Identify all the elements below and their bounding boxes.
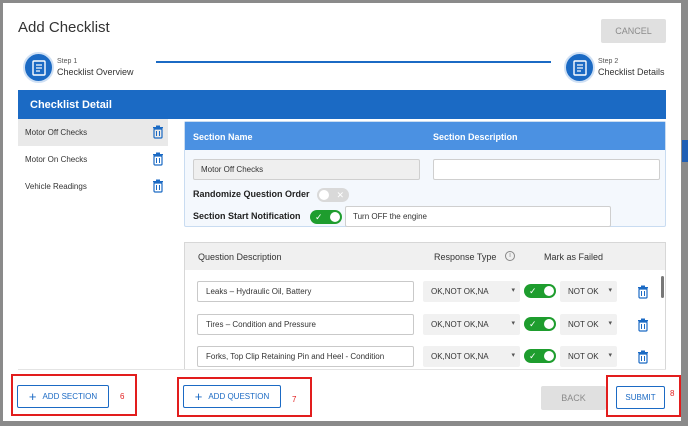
- chevron-down-icon: ▾: [511, 352, 515, 359]
- response-type-select[interactable]: OK,NOT OK,NA ▾: [423, 346, 520, 367]
- mark-failed-toggle[interactable]: ✓: [524, 349, 556, 363]
- trash-icon[interactable]: [152, 125, 164, 139]
- step-1-number: Step 1: [57, 58, 78, 65]
- trash-icon[interactable]: [637, 350, 649, 369]
- section-card-header: Section Name Section Description: [185, 122, 665, 150]
- question-description-input[interactable]: Leaks – Hydraulic Oil, Battery: [197, 281, 414, 302]
- step-1-label: Checklist Overview: [57, 67, 134, 77]
- stepper-connector: [156, 61, 551, 63]
- response-type-value: OK,NOT OK,NA: [431, 287, 489, 296]
- annotation-box-6: [11, 374, 137, 416]
- question-row: Leaks – Hydraulic Oil, Battery OK,NOT OK…: [185, 281, 665, 313]
- section-description-input[interactable]: [433, 159, 660, 180]
- sidebar-item-vehicle-readings[interactable]: Vehicle Readings: [18, 173, 168, 200]
- mark-failed-header: Mark as Failed: [544, 252, 604, 262]
- check-icon: ✓: [315, 212, 323, 222]
- info-icon[interactable]: i: [505, 251, 515, 261]
- chevron-down-icon: ▾: [511, 287, 515, 294]
- question-row: Forks, Top Clip Retaining Pin and Heel -…: [185, 346, 665, 369]
- question-description-input[interactable]: Forks, Top Clip Retaining Pin and Heel -…: [197, 346, 414, 367]
- question-description-input[interactable]: Tires – Condition and Pressure: [197, 314, 414, 335]
- chevron-down-icon: ▾: [511, 320, 515, 327]
- background-panel-edge: [682, 140, 688, 162]
- start-notification-toggle[interactable]: ✓: [310, 210, 342, 224]
- response-type-value: OK,NOT OK,NA: [431, 320, 489, 329]
- checklist-icon: [23, 52, 54, 83]
- section-name-header: Section Name: [193, 132, 253, 142]
- check-icon: ✓: [529, 351, 537, 361]
- failed-value: NOT OK: [568, 287, 599, 296]
- sidebar-item-label: Motor Off Checks: [25, 128, 88, 137]
- response-type-select[interactable]: OK,NOT OK,NA ▾: [423, 281, 520, 302]
- annotation-number-8: 8: [670, 389, 675, 398]
- question-row: Tires – Condition and Pressure OK,NOT OK…: [185, 314, 665, 346]
- sidebar-item-motor-off-checks[interactable]: Motor Off Checks: [18, 119, 168, 146]
- trash-icon[interactable]: [152, 152, 164, 166]
- sidebar-item-label: Motor On Checks: [25, 155, 88, 164]
- add-checklist-modal: Add Checklist CANCEL Step 1 Checklist Ov…: [3, 3, 681, 421]
- failed-value-select[interactable]: NOT OK ▾: [560, 281, 617, 302]
- annotation-number-7: 7: [292, 395, 297, 404]
- section-description-header: Section Description: [433, 132, 518, 142]
- chevron-down-icon: ▾: [608, 352, 612, 359]
- trash-icon[interactable]: [637, 318, 649, 337]
- randomize-toggle[interactable]: ✕: [317, 188, 349, 202]
- sidebar-item-label: Vehicle Readings: [25, 182, 87, 191]
- questions-table: Question Description Response Type i Mar…: [184, 242, 666, 370]
- back-button[interactable]: BACK: [541, 386, 606, 410]
- sidebar-item-motor-on-checks[interactable]: Motor On Checks: [18, 146, 168, 173]
- toggle-knob: [319, 190, 329, 200]
- section-name-input[interactable]: Motor Off Checks: [193, 159, 420, 180]
- start-notification-label: Section Start Notification: [193, 211, 301, 221]
- failed-value: NOT OK: [568, 352, 599, 361]
- trash-icon[interactable]: [152, 179, 164, 193]
- mark-failed-toggle[interactable]: ✓: [524, 317, 556, 331]
- toggle-knob: [544, 351, 554, 361]
- section-details-card: Section Name Section Description Motor O…: [184, 121, 666, 227]
- response-type-value: OK,NOT OK,NA: [431, 352, 489, 361]
- x-icon: ✕: [336, 190, 344, 200]
- chevron-down-icon: ▾: [608, 320, 612, 327]
- questions-scrollbar[interactable]: [661, 276, 664, 298]
- failed-value-select[interactable]: NOT OK ▾: [560, 346, 617, 367]
- trash-icon[interactable]: [637, 285, 649, 304]
- checklist-icon: [564, 52, 595, 83]
- chevron-down-icon: ▾: [608, 287, 612, 294]
- modal-title: Add Checklist: [18, 19, 110, 36]
- question-description-header: Question Description: [198, 252, 282, 262]
- step-2[interactable]: Step 2 Checklist Details: [564, 52, 665, 83]
- checklist-detail-header: Checklist Detail: [18, 90, 666, 119]
- mark-failed-toggle[interactable]: ✓: [524, 284, 556, 298]
- response-type-select[interactable]: OK,NOT OK,NA ▾: [423, 314, 520, 335]
- toggle-knob: [330, 212, 340, 222]
- notification-text-input[interactable]: Turn OFF the engine: [345, 206, 611, 227]
- response-type-header: Response Type: [434, 252, 497, 262]
- step-2-label: Checklist Details: [598, 67, 665, 77]
- step-1[interactable]: Step 1 Checklist Overview: [23, 52, 134, 83]
- randomize-label: Randomize Question Order: [193, 189, 310, 199]
- section-list: Motor Off Checks Motor On Checks Vehicle…: [18, 119, 168, 369]
- step-2-number: Step 2: [598, 58, 619, 65]
- check-icon: ✓: [529, 319, 537, 329]
- cancel-button[interactable]: CANCEL: [601, 19, 666, 43]
- failed-value-select[interactable]: NOT OK ▾: [560, 314, 617, 335]
- check-icon: ✓: [529, 286, 537, 296]
- footer-divider: [18, 369, 666, 370]
- toggle-knob: [544, 286, 554, 296]
- questions-header: Question Description Response Type i Mar…: [185, 243, 665, 270]
- toggle-knob: [544, 319, 554, 329]
- failed-value: NOT OK: [568, 320, 599, 329]
- annotation-number-6: 6: [120, 392, 125, 401]
